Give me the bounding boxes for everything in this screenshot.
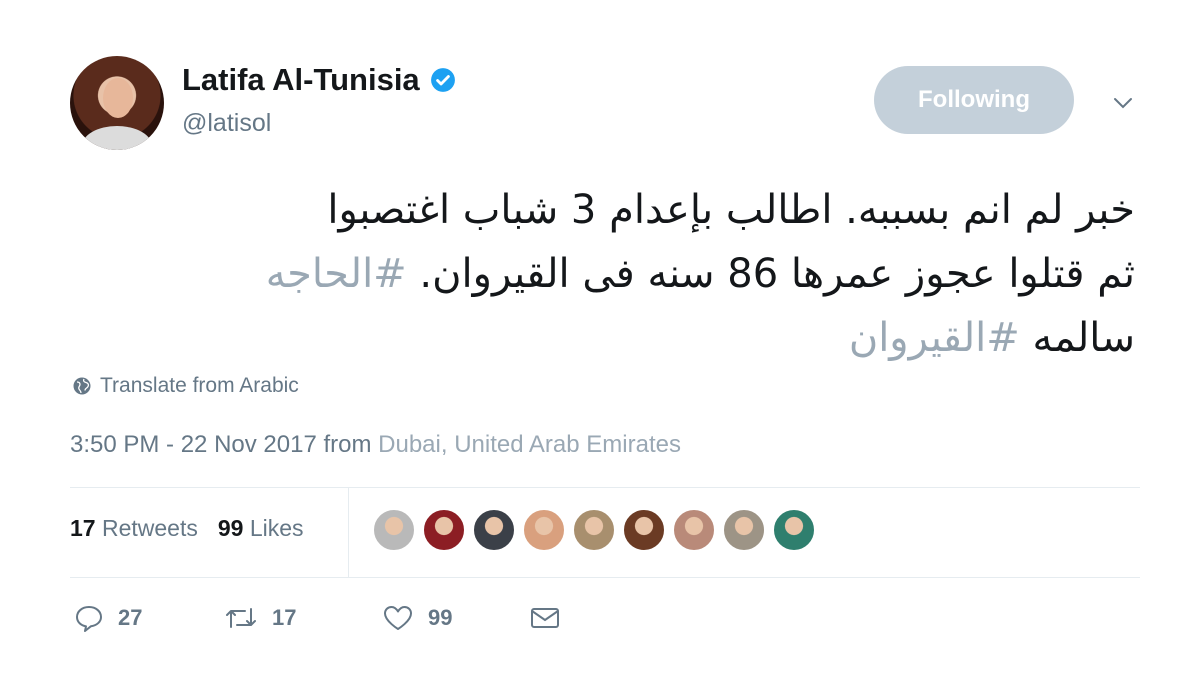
tweet-line-2: ثم قتلوا عجوز عمرها 86 سنه فى القيروان. … — [60, 242, 1135, 306]
translate-label: Translate from Arabic — [100, 374, 299, 397]
following-button[interactable]: Following — [874, 66, 1074, 134]
hashtag-link[interactable]: #القيروان — [849, 315, 1020, 361]
liker-avatar[interactable] — [422, 508, 466, 552]
liker-avatar[interactable] — [772, 508, 816, 552]
retweet-icon — [226, 608, 256, 628]
reply-count: 27 — [118, 605, 143, 630]
author-handle[interactable]: @latisol — [182, 109, 271, 138]
liker-avatar[interactable] — [372, 508, 416, 552]
retweet-button[interactable]: 17 — [224, 605, 382, 631]
tweet-meta: 3:50 PM - 22 Nov 2017 from Dubai, United… — [70, 431, 681, 459]
author-name[interactable]: Latifa Al-Tunisia — [182, 62, 420, 98]
likes-count: 99 — [217, 515, 244, 541]
tweet-line-1: خبر لم انم بسببه. اطالب بإعدام 3 شباب اغ… — [60, 178, 1135, 242]
likers-avatars — [372, 508, 816, 552]
retweets-count: 17 — [70, 515, 96, 541]
tweet-line-text: خبر لم انم بسببه. اطالب بإعدام 3 شباب اغ… — [327, 187, 1135, 233]
tweet-text: خبر لم انم بسببه. اطالب بإعدام 3 شباب اغ… — [60, 178, 1135, 370]
retweet-count: 17 — [272, 605, 297, 630]
tweet-stats: 17 Retweets 99 Likes — [70, 515, 304, 542]
tweet-line-3: سالمه #القيروان — [60, 306, 1135, 370]
likes-label: Likes — [249, 515, 304, 541]
hashtag-link[interactable]: #الحاجه — [266, 251, 407, 297]
liker-avatar[interactable] — [622, 508, 666, 552]
reply-icon — [76, 606, 102, 632]
like-count: 99 — [428, 605, 453, 630]
tweet-location-link[interactable]: Dubai, United Arab Emirates — [378, 431, 681, 458]
divider — [70, 487, 1140, 488]
likes-stat[interactable]: 99 Likes — [218, 515, 304, 542]
liker-avatar[interactable] — [722, 508, 766, 552]
avatar-shoulder — [82, 126, 152, 150]
like-button[interactable]: 99 — [382, 604, 530, 632]
retweets-stat[interactable]: 17 Retweets — [70, 515, 198, 542]
liker-avatar[interactable] — [522, 508, 566, 552]
divider — [70, 577, 1140, 578]
globe-icon — [73, 377, 91, 395]
stats-divider — [348, 487, 349, 577]
tweet-actions: 27 17 99 — [74, 604, 574, 632]
liker-avatar[interactable] — [672, 508, 716, 552]
liker-avatar[interactable] — [472, 508, 516, 552]
chevron-down-icon[interactable] — [1110, 90, 1136, 116]
tweet-line-text: سالمه — [1019, 315, 1135, 361]
verified-badge-icon — [430, 67, 456, 93]
tweet-line-text: ثم قتلوا عجوز عمرها 86 سنه فى القيروان. — [406, 251, 1135, 297]
liker-avatar[interactable] — [572, 508, 616, 552]
envelope-icon — [531, 608, 559, 628]
heart-icon — [384, 606, 412, 630]
translate-link[interactable]: Translate from Arabic — [72, 374, 299, 398]
reply-button[interactable]: 27 — [74, 604, 224, 632]
profile-avatar[interactable] — [70, 56, 164, 150]
avatar-face — [103, 78, 133, 118]
direct-message-button[interactable] — [530, 606, 574, 630]
retweets-label: Retweets — [101, 515, 198, 541]
tweet-timestamp[interactable]: 3:50 PM - 22 Nov 2017 from — [70, 431, 378, 458]
author-name-row[interactable]: Latifa Al-Tunisia — [182, 62, 456, 98]
